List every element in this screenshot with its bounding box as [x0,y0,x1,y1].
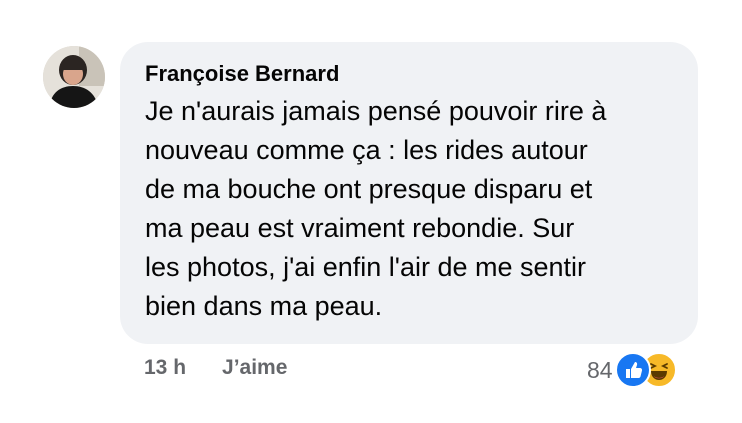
comment-text-line: nouveau comme ça : les rides autour [145,135,588,165]
comment-text-line: Je n'aurais jamais pensé pouvoir rire à [145,96,607,126]
comment-text: Je n'aurais jamais pensé pouvoir rire à … [145,92,676,326]
comment-author[interactable]: Françoise Bernard [145,61,676,87]
like-icon [614,352,651,388]
comment-actions: 13 h J’aime [144,356,287,380]
comment-timestamp[interactable]: 13 h [144,356,186,380]
avatar[interactable] [43,46,105,108]
reaction-count: 84 [587,357,613,383]
comment-text-line: les photos, j'ai enfin l'air de me senti… [145,252,587,282]
comment-text-line: ma peau est vraiment rebondie. Sur [145,213,575,243]
avatar-photo [43,46,105,108]
reaction-summary[interactable]: 84 [587,350,677,390]
comment-text-line: bien dans ma peau. [145,291,383,321]
like-button[interactable]: J’aime [222,356,287,380]
comment-text-line: de ma bouche ont presque disparu et [145,174,593,204]
comment-bubble: Françoise Bernard Je n'aurais jamais pen… [120,42,698,344]
